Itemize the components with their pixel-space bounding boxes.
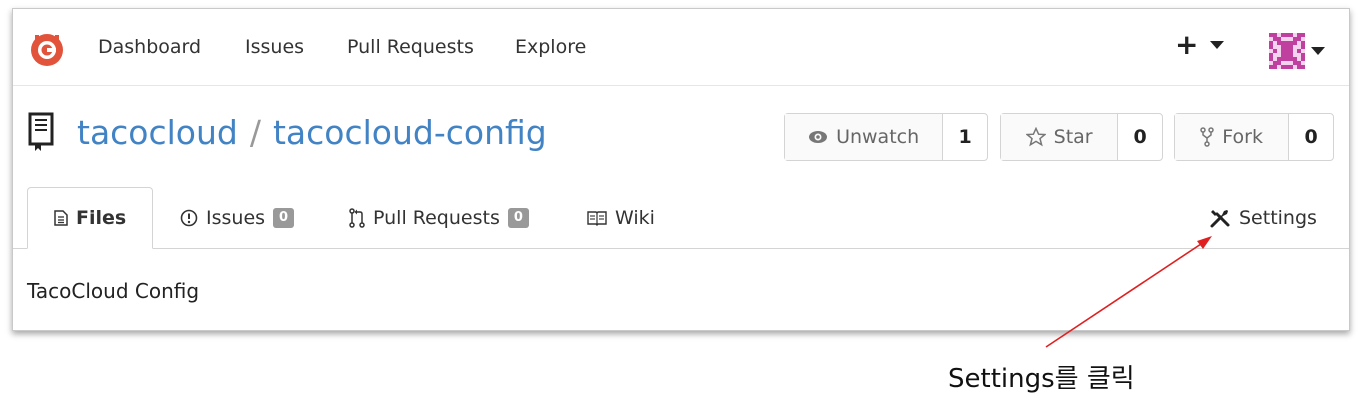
fork-count[interactable]: 0	[1289, 114, 1333, 160]
tab-issues[interactable]: Issues 0	[180, 187, 295, 249]
nav-pull-requests[interactable]: Pull Requests	[347, 36, 474, 58]
star-label: Star	[1053, 126, 1093, 148]
repo-owner-link[interactable]: tacocloud	[77, 113, 238, 152]
tab-files[interactable]: Files	[27, 187, 154, 249]
create-new-menu[interactable]: +	[1175, 28, 1225, 61]
watch-button-group: Unwatch 1	[784, 113, 988, 161]
star-button[interactable]: Star	[1001, 114, 1119, 160]
repo-name-link[interactable]: tacocloud-config	[273, 113, 547, 152]
fork-button-group: Fork 0	[1174, 113, 1334, 161]
file-text-icon	[54, 210, 68, 226]
tab-pull-requests[interactable]: Pull Requests 0	[349, 187, 529, 249]
fork-button[interactable]: Fork	[1175, 114, 1290, 160]
pulls-count-badge: 0	[507, 208, 529, 228]
pull-request-icon	[349, 208, 365, 228]
book-icon	[587, 211, 607, 226]
nav-dashboard[interactable]: Dashboard	[98, 36, 201, 58]
tab-settings[interactable]: Settings	[1209, 187, 1317, 249]
tools-icon	[1210, 210, 1230, 228]
unwatch-label: Unwatch	[836, 126, 920, 148]
repo-separator: /	[249, 113, 261, 152]
plus-icon: +	[1175, 28, 1199, 61]
eye-icon	[809, 131, 828, 143]
issue-opened-icon	[180, 209, 198, 227]
tab-pull-requests-label: Pull Requests	[373, 207, 500, 229]
watch-count[interactable]: 1	[943, 114, 987, 160]
tab-files-label: Files	[76, 207, 127, 229]
gitea-logo-icon[interactable]	[29, 32, 65, 68]
repo-book-icon	[28, 112, 54, 151]
tab-settings-label: Settings	[1239, 207, 1317, 229]
avatar	[1269, 33, 1305, 69]
repo-description: TacoCloud Config	[27, 279, 200, 303]
tab-issues-label: Issues	[206, 207, 266, 229]
star-button-group: Star 0	[1000, 113, 1163, 161]
tab-wiki-label: Wiki	[615, 207, 655, 229]
nav-explore[interactable]: Explore	[515, 36, 586, 58]
user-menu[interactable]	[1269, 33, 1325, 69]
repo-tabs: Files Issues 0 Pull Requests 0 Wiki Sett…	[13, 187, 1349, 249]
chevron-down-icon	[1210, 41, 1225, 49]
chevron-down-icon	[1311, 47, 1325, 55]
issues-count-badge: 0	[273, 208, 295, 228]
unwatch-button[interactable]: Unwatch	[785, 114, 944, 160]
star-count[interactable]: 0	[1118, 114, 1162, 160]
fork-icon	[1200, 127, 1215, 147]
repo-title: tacocloud / tacocloud-config	[77, 113, 547, 152]
nav-issues[interactable]: Issues	[245, 36, 304, 58]
fork-label: Fork	[1222, 126, 1263, 148]
annotation-text: Settings를 클릭	[948, 364, 1135, 394]
tab-wiki[interactable]: Wiki	[587, 187, 655, 249]
gitea-window: Dashboard Issues Pull Requests Explore +	[12, 8, 1350, 331]
top-navigation: Dashboard Issues Pull Requests Explore +	[13, 9, 1349, 86]
star-icon	[1025, 127, 1046, 147]
